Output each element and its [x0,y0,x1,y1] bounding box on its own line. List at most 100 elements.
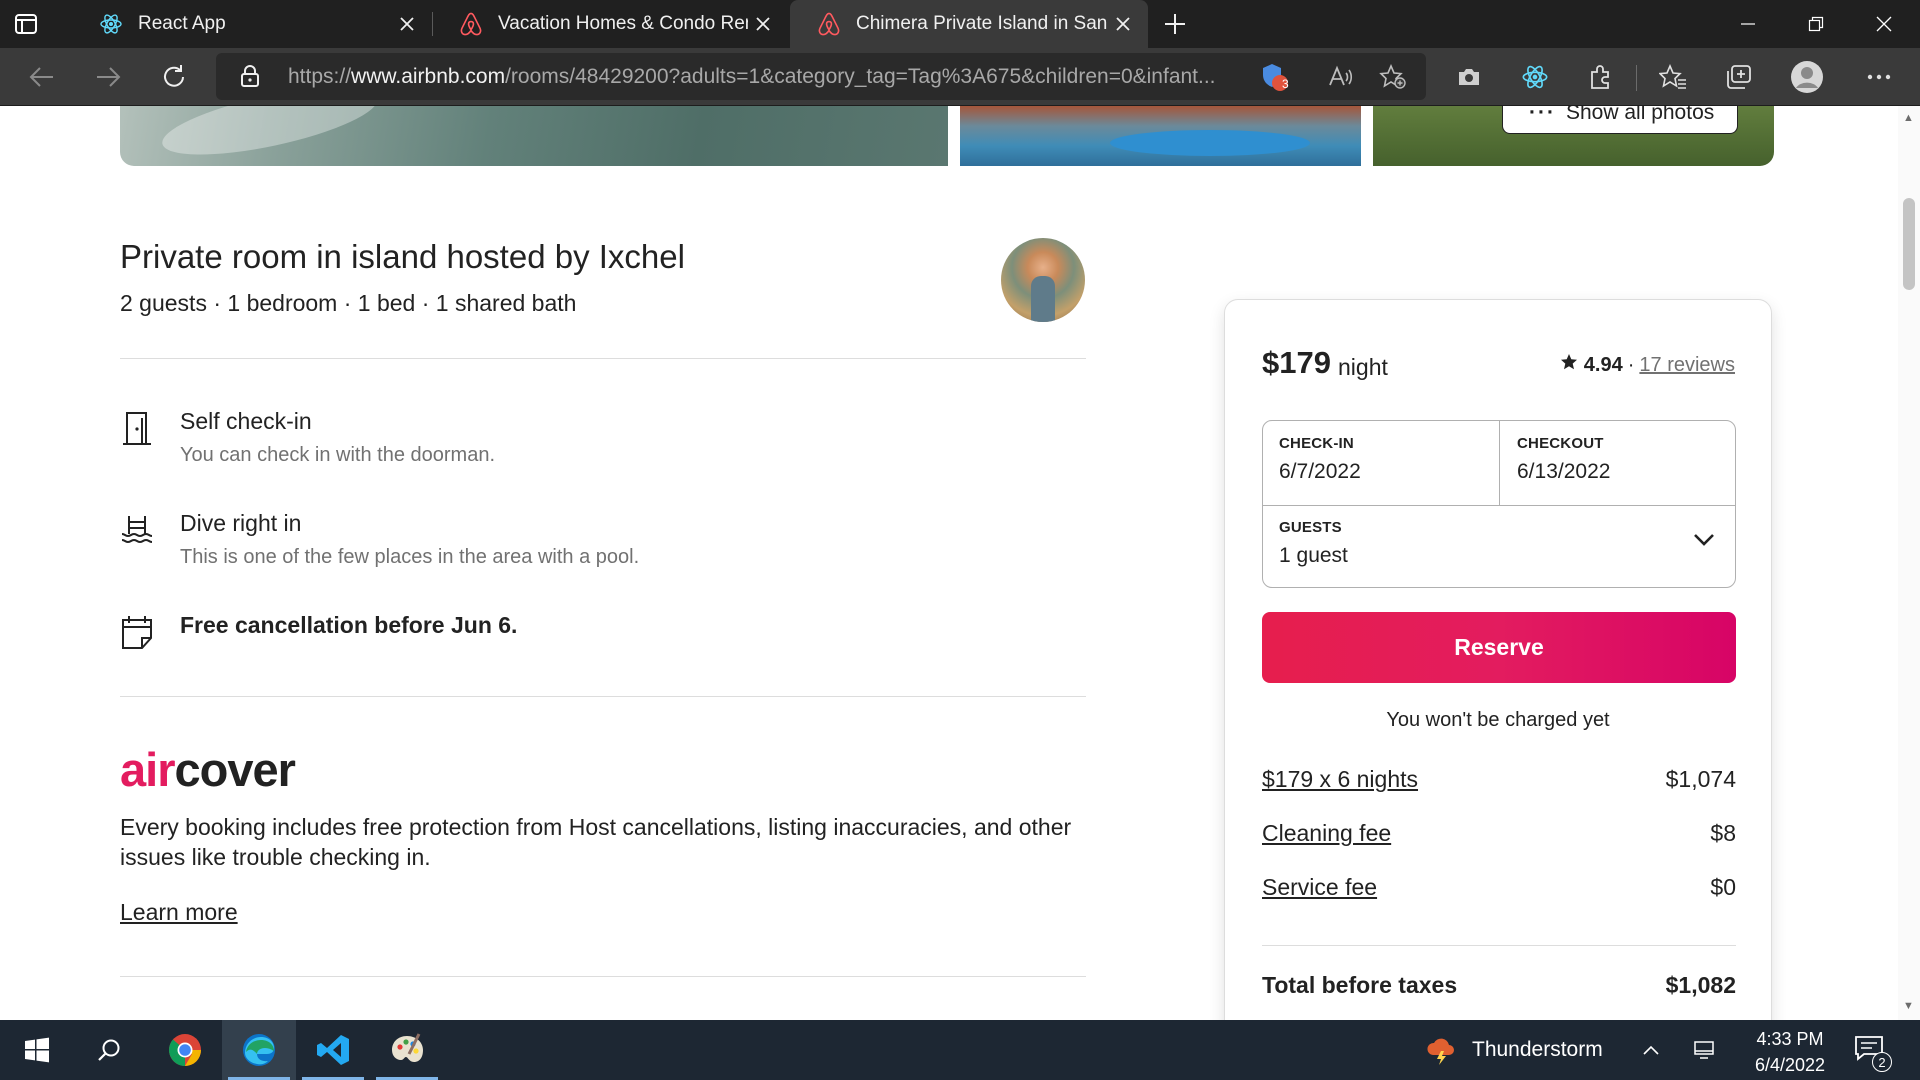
feature-description: This is one of the few places in the are… [180,546,640,568]
weather-widget[interactable]: Thunderstorm [1424,1033,1603,1067]
browser-toolbar: https://www.airbnb.com/rooms/48429200?ad… [0,48,1920,106]
system-clock[interactable]: 4:33 PM 6/4/2022 [1740,1026,1840,1078]
edge-icon[interactable] [222,1020,296,1080]
fee-value: $1,074 [1665,766,1736,792]
windows-start-icon[interactable] [0,1020,74,1080]
checkin-label: CHECK-IN [1279,435,1354,452]
add-favorite-icon[interactable] [1378,63,1408,91]
door-icon [120,410,156,446]
chrome-icon[interactable] [148,1020,222,1080]
booking-card: $179 night 4.94 · 17 reviews CHECK-IN 6/… [1224,299,1772,1020]
checkin-field[interactable]: CHECK-IN 6/7/2022 [1279,435,1489,484]
collections-icon[interactable] [1722,61,1756,93]
section-divider [120,696,1086,697]
restore-icon[interactable] [1782,0,1850,48]
checkin-value: 6/7/2022 [1279,460,1361,483]
field-divider [1263,505,1735,506]
screenshot-icon[interactable] [1452,61,1486,93]
fee-label[interactable]: Service fee [1262,874,1377,901]
listing-title: Private room in island hosted by Ixchel [120,238,685,275]
rating-value: 4.94 [1583,353,1623,376]
clock-time: 4:33 PM [1756,1029,1824,1049]
guests-field[interactable]: GUESTS 1 guest [1279,519,1719,568]
tab-actions-icon[interactable] [14,12,56,36]
tracking-prevention-icon[interactable]: 3 [1260,63,1290,91]
aircover-logo-cover: cover [174,743,296,796]
learn-more-link[interactable]: Learn more [120,899,238,926]
thunderstorm-icon [1427,1038,1454,1065]
notification-count: 2 [1872,1052,1892,1072]
address-bar[interactable]: https://www.airbnb.com/rooms/48429200?ad… [216,53,1426,100]
show-hidden-icons-icon[interactable] [1637,1038,1665,1062]
profile-avatar-icon[interactable] [1790,61,1824,93]
scroll-down-icon[interactable]: ▼ [1903,1000,1914,1012]
close-window-icon[interactable] [1850,0,1918,48]
pool-icon [120,512,156,548]
guests-label: GUESTS [1279,519,1342,536]
checkout-label: CHECKOUT [1517,435,1604,452]
tab-chimera-island[interactable]: Chimera Private Island in San Blas [790,0,1148,48]
search-icon[interactable] [72,1020,146,1080]
scrollbar-thumb[interactable] [1903,198,1915,290]
not-charged-note: You won't be charged yet [1386,709,1610,731]
close-tab-icon[interactable] [1108,9,1138,39]
new-tab-icon[interactable] [1158,7,1192,41]
listing-photo-2[interactable] [960,106,1361,166]
aircover-description: Every booking includes free protection f… [120,814,1072,870]
scroll-up-icon[interactable]: ▲ [1903,112,1914,124]
close-tab-icon[interactable] [748,9,778,39]
feature-heading: Dive right in [180,510,302,536]
tab-title: React App [138,13,226,34]
more-options-icon[interactable] [1862,61,1896,93]
tab-react-app[interactable]: React App [72,0,433,48]
feature-heading: Self check-in [180,408,312,434]
windows-taskbar: Thunderstorm 4:33 PM 6/4/2022 2 [0,1020,1920,1080]
show-all-photos-button[interactable]: ··· Show all photos [1502,106,1738,134]
toolbar-separator [1636,65,1637,91]
react-devtools-icon[interactable] [1518,61,1552,93]
tab-title: Chimera Private Island in San Blas [856,13,1108,34]
read-aloud-icon[interactable] [1326,63,1356,91]
fee-label[interactable]: $179 x 6 nights [1262,766,1418,793]
reserve-button[interactable]: Reserve [1262,612,1736,683]
close-tab-icon[interactable] [392,9,422,39]
grid-dots-icon: ··· [1529,106,1556,124]
feature-description: You can check in with the doorman. [180,444,496,466]
url-prefix: https:// [288,65,352,88]
extensions-icon[interactable] [1584,61,1618,93]
checkout-field[interactable]: CHECKOUT 6/13/2022 [1517,435,1727,484]
price-unit: night [1338,354,1388,380]
url-domain: www.airbnb.com [351,65,506,88]
lock-icon[interactable] [240,64,260,93]
weather-label: Thunderstorm [1472,1038,1603,1061]
paint-icon[interactable] [370,1020,444,1080]
forward-icon[interactable] [88,59,128,95]
card-divider [1262,945,1736,946]
favorites-icon[interactable] [1656,61,1690,93]
minimize-icon[interactable] [1714,0,1782,48]
browser-tab-bar: React App Vacation Homes & Condo Rentals… [0,0,1920,48]
section-divider [120,358,1086,359]
refresh-icon[interactable] [154,59,194,95]
chevron-down-icon[interactable] [1693,533,1715,552]
listing-photo-main[interactable] [120,106,948,166]
date-guest-picker: CHECK-IN 6/7/2022 CHECKOUT 6/13/2022 GUE… [1262,420,1736,588]
react-icon [98,11,124,37]
reviews-link[interactable]: 17 reviews [1639,354,1735,377]
fee-value: $8 [1710,820,1736,846]
notifications-icon[interactable]: 2 [1854,1034,1892,1072]
display-icon[interactable] [1690,1038,1718,1062]
nightly-price: $179 [1262,345,1331,380]
tab-vacation-homes[interactable]: Vacation Homes & Condo Rentals [432,0,788,48]
back-icon[interactable] [22,59,62,95]
show-all-photos-label: Show all photos [1565,106,1715,124]
host-avatar[interactable] [1001,238,1085,322]
field-divider [1499,421,1500,505]
page-scrollbar[interactable]: ▲ ▼ [1898,106,1920,1020]
clock-date: 6/4/2022 [1754,1055,1826,1075]
vscode-icon[interactable] [296,1020,370,1080]
total-label: Total before taxes [1262,972,1458,998]
airbnb-icon [816,11,842,37]
fee-label[interactable]: Cleaning fee [1262,820,1391,847]
url-text[interactable]: https://www.airbnb.com/rooms/48429200?ad… [288,65,1248,89]
